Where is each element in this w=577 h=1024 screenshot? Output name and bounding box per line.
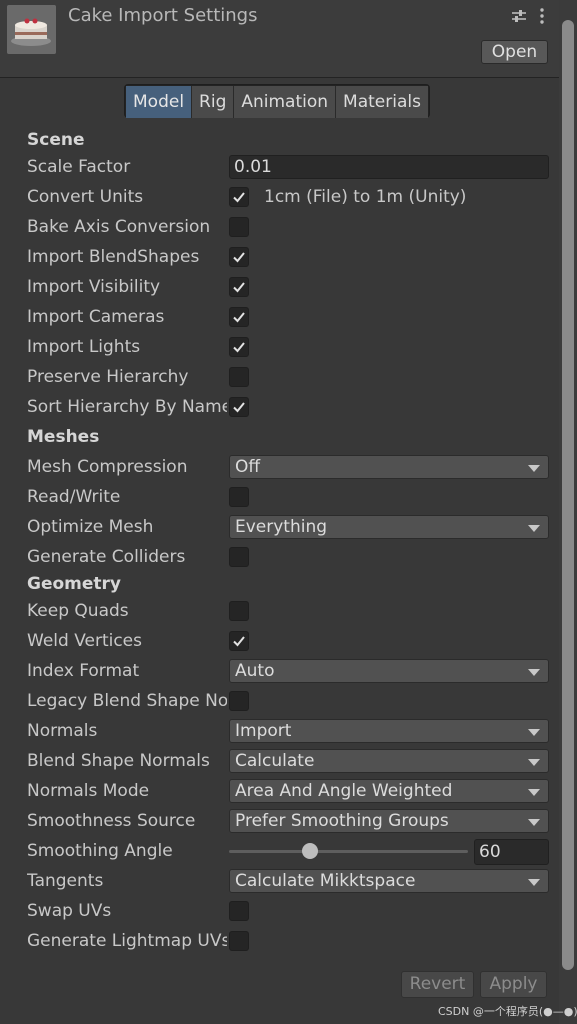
smoothness-source-label: Smoothness Source (27, 811, 196, 831)
legacy-blend-checkbox[interactable] (229, 691, 249, 711)
tangents-dropdown[interactable]: Calculate Mikktspace (229, 869, 549, 893)
scale-factor-label: Scale Factor (27, 157, 131, 177)
index-format-dropdown[interactable]: Auto (229, 659, 549, 683)
tab-bar: Model Rig Animation Materials (124, 84, 430, 118)
mesh-compression-value: Off (235, 457, 261, 477)
tab-rig[interactable]: Rig (192, 86, 235, 118)
dropdown-arrow-icon (528, 729, 540, 736)
optimize-mesh-dropdown[interactable]: Everything (229, 515, 549, 539)
import-visibility-label: Import Visibility (27, 277, 161, 297)
tab-model[interactable]: Model (126, 86, 193, 118)
checkmark-icon (233, 402, 245, 413)
normals-dropdown[interactable]: Import (229, 719, 549, 743)
normals-mode-dropdown[interactable]: Area And Angle Weighted (229, 779, 549, 803)
sliders-icon[interactable] (510, 7, 528, 25)
read-write-label: Read/Write (27, 487, 121, 507)
dropdown-arrow-icon (528, 789, 540, 796)
weld-vertices-checkbox[interactable] (229, 631, 249, 651)
smoothing-angle-label: Smoothing Angle (27, 841, 173, 861)
smoothing-angle-slider-handle[interactable] (302, 843, 318, 859)
watermark: CSDN @一个程序员(●—●) (438, 1005, 577, 1018)
optimize-mesh-label: Optimize Mesh (27, 517, 154, 537)
checkmark-icon (233, 636, 245, 647)
bake-axis-checkbox[interactable] (229, 217, 249, 237)
meshes-heading: Meshes (27, 427, 100, 447)
generate-lightmap-label: Generate Lightmap UVs (27, 931, 227, 951)
dropdown-arrow-icon (528, 465, 540, 472)
swap-uvs-checkbox[interactable] (229, 901, 249, 921)
keep-quads-label: Keep Quads (27, 601, 129, 621)
legacy-blend-label: Legacy Blend Shape Normals (27, 691, 227, 711)
scene-heading: Scene (27, 130, 85, 150)
tab-animation[interactable]: Animation (234, 86, 337, 118)
scale-factor-input[interactable]: 0.01 (229, 155, 549, 179)
convert-units-label: Convert Units (27, 187, 144, 207)
smoothing-angle-input[interactable]: 60 (474, 839, 549, 865)
smoothing-angle-slider[interactable] (229, 850, 468, 853)
geometry-heading: Geometry (27, 574, 121, 594)
checkmark-icon (233, 312, 245, 323)
inspector-header: Cake Import Settings Open (0, 0, 559, 78)
blend-shape-normals-label: Blend Shape Normals (27, 751, 210, 771)
apply-button[interactable]: Apply (480, 971, 547, 998)
import-lights-label: Import Lights (27, 337, 141, 357)
index-format-label: Index Format (27, 661, 140, 681)
normals-label: Normals (27, 721, 98, 741)
dropdown-arrow-icon (528, 819, 540, 826)
tangents-label: Tangents (27, 871, 104, 891)
dropdown-arrow-icon (528, 669, 540, 676)
checkmark-icon (233, 252, 245, 263)
generate-lightmap-checkbox[interactable] (229, 931, 249, 951)
preserve-hierarchy-label: Preserve Hierarchy (27, 367, 189, 387)
mesh-compression-label: Mesh Compression (27, 457, 188, 477)
blend-shape-normals-dropdown[interactable]: Calculate (229, 749, 549, 773)
import-visibility-checkbox[interactable] (229, 277, 249, 297)
optimize-mesh-value: Everything (235, 517, 328, 537)
swap-uvs-label: Swap UVs (27, 901, 112, 921)
index-format-value: Auto (235, 661, 275, 681)
kebab-menu-icon[interactable] (533, 7, 551, 25)
mesh-compression-dropdown[interactable]: Off (229, 455, 549, 479)
normals-mode-label: Normals Mode (27, 781, 150, 801)
window-title: Cake Import Settings (68, 5, 258, 26)
dropdown-arrow-icon (528, 879, 540, 886)
sort-hierarchy-label: Sort Hierarchy By Name (27, 397, 227, 417)
scrollbar-thumb[interactable] (562, 20, 574, 970)
convert-units-note: 1cm (File) to 1m (Unity) (264, 187, 467, 207)
dropdown-arrow-icon (528, 525, 540, 532)
cake-thumbnail (7, 5, 56, 54)
revert-button[interactable]: Revert (401, 971, 474, 998)
generate-colliders-label: Generate Colliders (27, 547, 186, 567)
preserve-hierarchy-checkbox[interactable] (229, 367, 249, 387)
smoothness-source-dropdown[interactable]: Prefer Smoothing Groups (229, 809, 549, 833)
keep-quads-checkbox[interactable] (229, 601, 249, 621)
tab-materials[interactable]: Materials (336, 86, 428, 118)
normals-mode-value: Area And Angle Weighted (235, 781, 453, 801)
sort-hierarchy-checkbox[interactable] (229, 397, 249, 417)
weld-vertices-label: Weld Vertices (27, 631, 142, 651)
import-cameras-checkbox[interactable] (229, 307, 249, 327)
import-blendshapes-label: Import BlendShapes (27, 247, 200, 267)
scrollbar[interactable] (559, 0, 577, 1024)
open-button[interactable]: Open (481, 40, 548, 64)
normals-value: Import (235, 721, 292, 741)
checkmark-icon (233, 342, 245, 353)
dropdown-arrow-icon (528, 759, 540, 766)
import-lights-checkbox[interactable] (229, 337, 249, 357)
tangents-value: Calculate Mikktspace (235, 871, 416, 891)
bake-axis-label: Bake Axis Conversion (27, 217, 211, 237)
smoothness-source-value: Prefer Smoothing Groups (235, 811, 449, 831)
import-blendshapes-checkbox[interactable] (229, 247, 249, 267)
checkmark-icon (233, 282, 245, 293)
generate-colliders-checkbox[interactable] (229, 547, 249, 567)
checkmark-icon (233, 192, 245, 203)
import-cameras-label: Import Cameras (27, 307, 165, 327)
convert-units-checkbox[interactable] (229, 187, 249, 207)
read-write-checkbox[interactable] (229, 487, 249, 507)
blend-shape-normals-value: Calculate (235, 751, 315, 771)
